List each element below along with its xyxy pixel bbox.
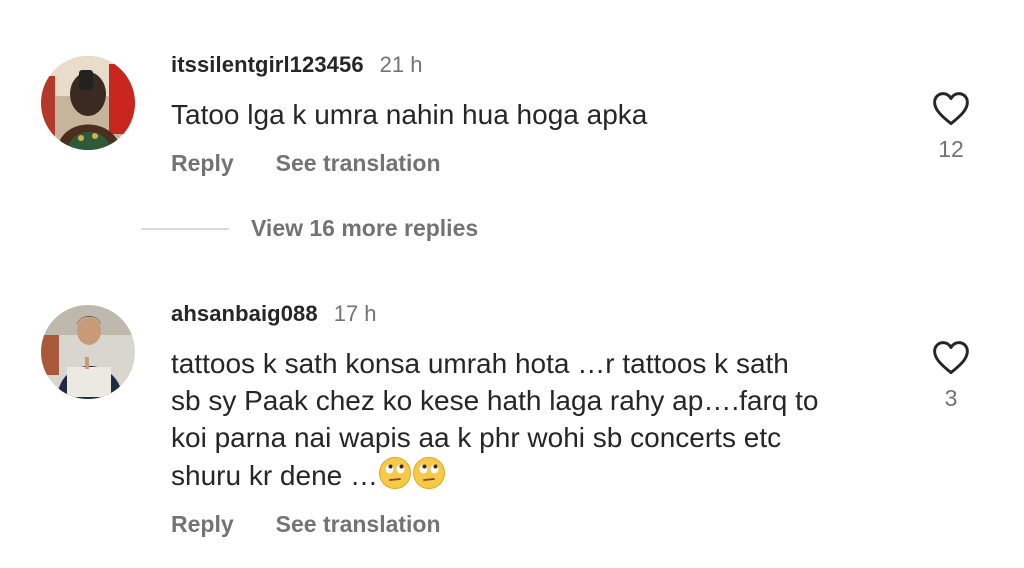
like-control: 12: [921, 90, 981, 163]
comment-line: koi parna nai wapis aa k phr wohi sb con…: [171, 422, 782, 453]
timestamp: 21 h: [379, 52, 423, 77]
avatar[interactable]: [41, 56, 135, 150]
see-translation-button[interactable]: See translation: [276, 511, 441, 538]
avatar[interactable]: [41, 305, 135, 399]
comment-header: itssilentgirl123456 21 h: [171, 52, 423, 78]
like-control: 3: [921, 339, 981, 412]
comment-line: shuru kr dene …: [171, 460, 378, 491]
face-with-rolling-eyes-emoji: [413, 457, 445, 489]
comment-header: ahsanbaig088 17 h: [171, 301, 377, 327]
view-more-replies[interactable]: View 16 more replies: [141, 215, 478, 242]
like-count: 3: [944, 385, 958, 411]
comment-line: tattoos k sath konsa umrah hota …r tatto…: [171, 348, 789, 379]
reply-button[interactable]: Reply: [171, 150, 234, 177]
like-count: 12: [938, 136, 964, 162]
see-translation-button[interactable]: See translation: [276, 150, 441, 177]
comment-actions: Reply See translation: [171, 150, 441, 177]
reply-button[interactable]: Reply: [171, 511, 234, 538]
comment-text: tattoos k sath konsa umrah hota …r tatto…: [171, 345, 891, 494]
username[interactable]: ahsanbaig088: [171, 301, 318, 327]
view-more-replies-label[interactable]: View 16 more replies: [251, 215, 478, 242]
divider-line: [141, 227, 229, 230]
heart-outline-icon[interactable]: [931, 90, 971, 126]
face-with-rolling-eyes-emoji: [379, 457, 411, 489]
comment-line-last: shuru kr dene …: [171, 456, 891, 494]
username[interactable]: itssilentgirl123456: [171, 52, 364, 78]
comment-text: Tatoo lga k umra nahin hua hoga apka: [171, 99, 648, 130]
heart-outline-icon[interactable]: [931, 339, 971, 375]
timestamp: 17 h: [333, 301, 377, 326]
comment-line: sb sy Paak chez ko kese hath laga rahy a…: [171, 385, 819, 416]
comment-actions: Reply See translation: [171, 511, 441, 538]
